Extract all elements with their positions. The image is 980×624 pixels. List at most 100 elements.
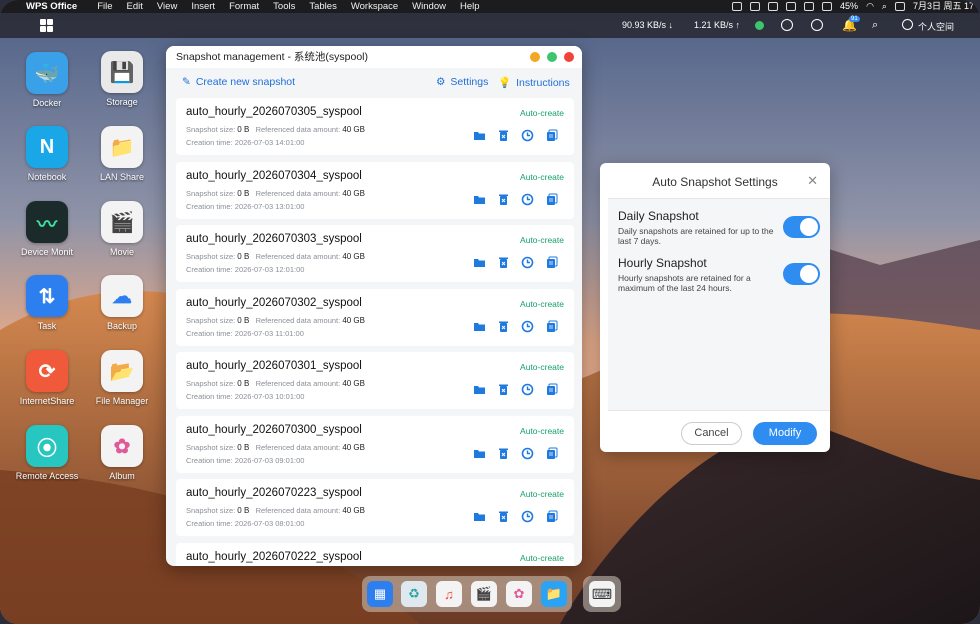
modify-button[interactable]: Modify (753, 422, 817, 445)
clone-icon[interactable] (545, 447, 558, 460)
restore-icon[interactable] (521, 447, 534, 460)
folder-icon[interactable] (473, 193, 486, 206)
battery-percent: 45% (840, 1, 859, 11)
desktop-icon-storage[interactable]: 💾 Storage (82, 51, 162, 107)
folder-icon[interactable]: 📁 (541, 581, 567, 607)
desktop-icon-file-manager[interactable]: 📂 File Manager (82, 350, 162, 406)
clone-icon[interactable] (545, 129, 558, 142)
dialog-body: Daily Snapshot Daily snapshots are retai… (608, 198, 830, 411)
folder-icon[interactable] (473, 129, 486, 142)
gear-icon: ⚙ (436, 76, 446, 88)
internetshare-icon: ⟳ (26, 350, 68, 392)
delete-icon[interactable] (497, 320, 510, 333)
size-value: 0 B (237, 379, 250, 388)
desktop-icon-backup[interactable]: ☁ Backup (82, 275, 162, 331)
menu-window[interactable]: Window (412, 0, 460, 13)
clone-icon[interactable] (545, 383, 558, 396)
desktop-icon-lan-share[interactable]: 📁 LAN Share (82, 126, 162, 182)
app-icon[interactable] (750, 2, 761, 11)
close-icon[interactable]: ✕ (807, 173, 818, 189)
restore-icon[interactable] (521, 256, 534, 269)
delete-icon[interactable] (497, 510, 510, 523)
shield-icon[interactable] (804, 2, 815, 11)
desktop-icon-device-monitor[interactable]: 〰 Device Monit (7, 201, 87, 257)
delete-icon[interactable] (497, 383, 510, 396)
wifi-icon[interactable]: ◠ (866, 0, 874, 13)
snapshot-size-row: Snapshot size: 0 B Referenced data amoun… (186, 252, 365, 261)
close-box-icon[interactable] (768, 2, 779, 11)
movie-icon[interactable]: 🎬 (471, 581, 497, 607)
snapshot-actions (473, 256, 558, 269)
menu-tables[interactable]: Tables (309, 0, 350, 13)
user-avatar-icon[interactable] (902, 19, 913, 30)
restore-icon[interactable] (521, 320, 534, 333)
recycle-bin-icon[interactable]: ♻ (401, 581, 427, 607)
desktop-icon-internetshare[interactable]: ⟳ InternetShare (7, 350, 87, 406)
restore-icon[interactable] (521, 383, 534, 396)
desktop-icon-movie[interactable]: 🎬 Movie (82, 201, 162, 257)
creation-time-row: Creation time: 2026-07-03 10:01:00 (186, 392, 304, 401)
close-button[interactable] (564, 52, 574, 62)
creation-time-row: Creation time: 2026-07-03 14:01:00 (186, 138, 304, 147)
clock[interactable]: 7月3日 周五 17 (913, 0, 974, 13)
menu-tools[interactable]: Tools (273, 0, 309, 13)
folder-icon[interactable] (473, 256, 486, 269)
maximize-button[interactable] (547, 52, 557, 62)
cancel-button[interactable]: Cancel (681, 422, 742, 445)
app-launcher-icon[interactable] (40, 19, 53, 32)
desktop-icon-album[interactable]: ✿ Album (82, 425, 162, 481)
delete-icon[interactable] (497, 193, 510, 206)
restore-icon[interactable] (521, 193, 534, 206)
music-icon[interactable]: ♫ (436, 581, 462, 607)
clone-icon[interactable] (545, 510, 558, 523)
delete-icon[interactable] (497, 447, 510, 460)
clone-icon[interactable] (545, 320, 558, 333)
restore-icon[interactable] (521, 510, 534, 523)
create-snapshot-button[interactable]: ✎ Create new snapshot (182, 76, 295, 88)
menu-workspace[interactable]: Workspace (351, 0, 412, 13)
delete-icon[interactable] (497, 129, 510, 142)
search-icon[interactable]: ⌕ (882, 0, 887, 13)
ref-label: Referenced data amount: (255, 506, 341, 515)
sync-icon[interactable] (811, 19, 823, 31)
restore-icon[interactable] (521, 129, 534, 142)
snapshot-size-row: Snapshot size: 0 B Referenced data amoun… (186, 189, 365, 198)
hourly-snapshot-toggle[interactable] (783, 263, 820, 285)
minimize-button[interactable] (530, 52, 540, 62)
desktop-icon-label: Task (37, 321, 57, 331)
keyboard-icon[interactable]: ⌨ (589, 581, 615, 607)
snapshot-name: auto_hourly_2026070302_syspool (186, 296, 362, 309)
menu-view[interactable]: View (157, 0, 191, 13)
snapshot-name: auto_hourly_2026070305_syspool (186, 106, 362, 118)
clone-icon[interactable] (545, 256, 558, 269)
window-icon[interactable] (786, 2, 797, 11)
user-space-label[interactable]: 个人空间 (918, 20, 954, 33)
grid-icon[interactable]: ▦ (367, 581, 393, 607)
folder-icon[interactable] (473, 320, 486, 333)
folder-icon[interactable] (473, 447, 486, 460)
desktop-icon-notebook[interactable]: N Notebook (7, 126, 87, 182)
daily-snapshot-toggle[interactable] (783, 216, 820, 238)
menu-format[interactable]: Format (229, 0, 273, 13)
menu-edit[interactable]: Edit (127, 0, 157, 13)
desktop-icon-remote-access[interactable]: ⦿ Remote Access (7, 425, 87, 481)
instructions-button[interactable]: 💡 Instructions (498, 76, 570, 90)
window-titlebar[interactable]: Snapshot management - 系统池(syspool) (166, 46, 582, 68)
album-icon[interactable]: ✿ (506, 581, 532, 607)
wps-icon[interactable] (732, 2, 743, 11)
menu-help[interactable]: Help (460, 0, 494, 13)
app-name[interactable]: WPS Office (0, 0, 97, 13)
folder-icon[interactable] (473, 510, 486, 523)
menu-insert[interactable]: Insert (191, 0, 229, 13)
desktop-icon-docker[interactable]: 🐳 Docker (7, 52, 87, 108)
search-icon[interactable]: ⌕ (872, 19, 884, 31)
desktop-icon-task[interactable]: ⇅ Task (7, 275, 87, 331)
control-center-icon[interactable] (894, 2, 905, 11)
clone-icon[interactable] (545, 193, 558, 206)
delete-icon[interactable] (497, 256, 510, 269)
activity-icon[interactable] (781, 19, 793, 31)
folder-icon[interactable] (473, 383, 486, 396)
settings-button[interactable]: ⚙ Settings (436, 76, 488, 88)
size-label: Snapshot size: (186, 125, 236, 134)
menu-file[interactable]: File (97, 0, 126, 13)
